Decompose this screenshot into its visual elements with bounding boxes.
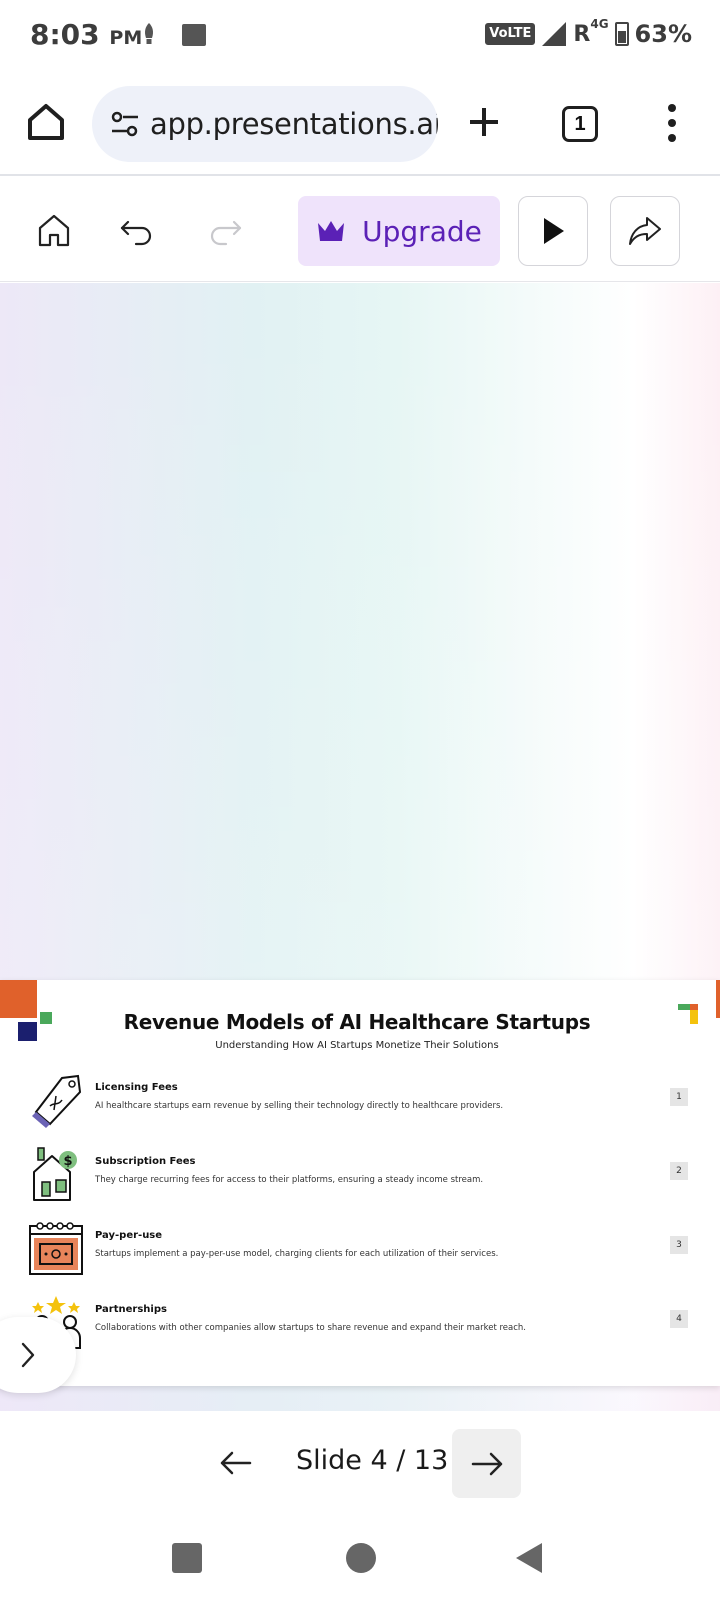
new-tab-icon[interactable] xyxy=(462,100,506,144)
home-icon[interactable] xyxy=(34,210,74,250)
browser-home-icon[interactable] xyxy=(24,100,68,144)
upgrade-label: Upgrade xyxy=(362,214,482,248)
site-settings-icon[interactable] xyxy=(108,107,142,141)
list-item: Pay-per-use Startups implement a pay-per… xyxy=(28,1220,688,1280)
calendar-cash-icon xyxy=(29,1222,83,1275)
item-title: Subscription Fees xyxy=(95,1156,196,1167)
slide[interactable]: Revenue Models of AI Healthcare Startups… xyxy=(0,980,720,1386)
slide-canvas: Revenue Models of AI Healthcare Startups… xyxy=(0,283,720,1411)
address-bar[interactable]: app.presentations.ai xyxy=(92,86,438,162)
house-dollar-icon: $ xyxy=(33,1147,77,1201)
home-button[interactable] xyxy=(346,1543,376,1573)
play-button[interactable] xyxy=(518,196,588,266)
notification-icon xyxy=(145,23,153,44)
item-desc: AI healthcare startups earn revenue by s… xyxy=(95,1101,504,1111)
item-number: 4 xyxy=(670,1310,688,1328)
more-menu-icon[interactable] xyxy=(660,100,684,146)
slide-counter: Slide 4 / 13 xyxy=(296,1445,449,1476)
item-desc: They charge recurring fees for access to… xyxy=(95,1175,484,1185)
item-desc: Startups implement a pay-per-use model, … xyxy=(95,1249,499,1259)
roaming-indicator: R xyxy=(573,21,591,47)
upgrade-button[interactable]: Upgrade xyxy=(298,196,500,266)
slide-subtitle: Understanding How AI Startups Monetize T… xyxy=(215,1040,499,1051)
svg-text:$: $ xyxy=(63,1154,72,1169)
browser-toolbar: app.presentations.ai 1 xyxy=(0,78,720,176)
item-desc: Collaborations with other companies allo… xyxy=(95,1323,527,1333)
next-slide-button[interactable] xyxy=(452,1429,521,1498)
next-slide-icon xyxy=(471,1452,502,1475)
list-item: Licensing Fees AI healthcare startups ea… xyxy=(28,1072,688,1132)
recents-button[interactable] xyxy=(172,1543,202,1573)
status-bar: 8:03 PM VoLTE R 4G 63% xyxy=(0,0,720,72)
item-number: 1 xyxy=(670,1088,688,1106)
status-indicators: VoLTE R 4G 63% xyxy=(485,17,692,48)
system-nav-bar xyxy=(0,1529,720,1600)
item-number: 2 xyxy=(670,1162,688,1180)
price-tag-icon xyxy=(32,1074,82,1128)
item-title: Pay-per-use xyxy=(95,1230,163,1241)
list-item: $ Subscription Fees They charge recurrin… xyxy=(28,1146,688,1206)
slide-pager: Slide 4 / 13 xyxy=(0,1411,720,1529)
redo-icon[interactable] xyxy=(206,210,246,250)
item-title: Licensing Fees xyxy=(95,1082,178,1093)
notification-square-icon xyxy=(182,24,206,46)
list-item: Partnerships Collaborations with other c… xyxy=(28,1294,688,1354)
tab-switcher-button[interactable]: 1 xyxy=(562,106,598,142)
back-icon[interactable] xyxy=(514,1541,544,1575)
item-title: Partnerships xyxy=(95,1304,167,1315)
battery-icon xyxy=(614,22,629,46)
url-text: app.presentations.ai xyxy=(150,107,438,141)
decor-orange-edge xyxy=(716,980,720,1018)
volte-badge: VoLTE xyxy=(485,23,536,45)
chevron-right-icon xyxy=(21,1342,35,1368)
crown-icon xyxy=(318,221,345,241)
item-number: 3 xyxy=(670,1236,688,1254)
share-icon xyxy=(629,217,661,245)
battery-percent: 63% xyxy=(634,20,692,48)
signal-icon xyxy=(542,22,567,46)
previous-slide-icon[interactable] xyxy=(216,1443,256,1483)
share-button[interactable] xyxy=(610,196,680,266)
network-type: 4G xyxy=(590,17,609,31)
editor-toolbar: Upgrade xyxy=(0,178,720,282)
play-icon xyxy=(544,218,564,244)
slide-title: Revenue Models of AI Healthcare Startups xyxy=(123,1010,591,1034)
slide-panel-toggle[interactable] xyxy=(0,1317,76,1393)
undo-icon[interactable] xyxy=(116,210,156,250)
status-time: 8:03 PM xyxy=(30,18,143,51)
